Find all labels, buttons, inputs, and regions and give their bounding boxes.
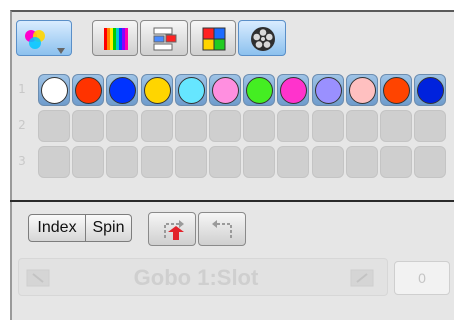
rotate-left-icon [159, 218, 187, 246]
spin-button[interactable]: Spin [86, 214, 132, 242]
palette-cell[interactable] [174, 74, 207, 106]
palette-cell[interactable] [106, 110, 139, 142]
palette-cell[interactable] [72, 74, 105, 106]
color-swatch [41, 77, 68, 104]
row-label-3: 3 [18, 154, 26, 168]
palette-cell[interactable] [38, 110, 70, 142]
palette-cell[interactable] [311, 74, 344, 106]
color-swatch [246, 77, 274, 104]
row-label-1: 1 [18, 82, 26, 96]
palette-cell[interactable] [106, 146, 139, 178]
color-layout-icon [152, 26, 178, 52]
palette-cell[interactable] [345, 74, 378, 106]
color-swatch [348, 77, 376, 104]
gobo-prev-icon[interactable] [25, 268, 51, 292]
tab-gradient[interactable] [92, 20, 138, 56]
color-swatch [75, 77, 103, 104]
gobo-value-field[interactable]: 0 [394, 261, 450, 295]
tab-layout[interactable] [140, 20, 188, 56]
color-wheel-icon [249, 25, 277, 53]
palette-cell[interactable] [311, 146, 344, 178]
color-mixing-dropdown[interactable] [16, 20, 72, 56]
palette-cell[interactable] [72, 146, 105, 178]
gobo-slot-control[interactable]: Gobo 1:Slot [18, 258, 388, 296]
color-swatch [314, 77, 342, 104]
color-mixing-icon [23, 27, 47, 51]
palette-cell[interactable] [345, 146, 378, 178]
palette-cell[interactable] [380, 110, 412, 142]
palette-cell[interactable] [414, 146, 447, 178]
palette-cell[interactable] [72, 110, 105, 142]
divider [10, 200, 454, 202]
palette-cell[interactable] [38, 146, 70, 178]
palette-cell[interactable] [345, 110, 378, 142]
color-swatch [280, 77, 308, 104]
color-quad-icon [201, 26, 227, 52]
row-label-2: 2 [18, 118, 26, 132]
palette-cell[interactable] [414, 110, 447, 142]
palette-cell[interactable] [106, 74, 139, 106]
palette-cell[interactable] [243, 146, 276, 178]
palette-cell[interactable] [380, 146, 412, 178]
color-swatch [383, 77, 410, 104]
color-swatch [417, 77, 445, 104]
color-swatch [177, 77, 205, 104]
chevron-down-icon [57, 39, 65, 58]
palette-cell[interactable] [140, 146, 173, 178]
tab-quad[interactable] [190, 20, 236, 56]
palette-cell[interactable] [209, 74, 241, 106]
gobo-slot-label: Gobo 1:Slot [133, 265, 259, 290]
palette-cell[interactable] [311, 110, 344, 142]
palette-cell[interactable] [38, 74, 70, 106]
index-button[interactable]: Index [28, 214, 86, 242]
palette-cell[interactable] [209, 146, 241, 178]
palette-cell[interactable] [209, 110, 241, 142]
tab-color-wheel[interactable] [238, 20, 286, 56]
color-swatch [109, 77, 137, 104]
palette-cell[interactable] [380, 74, 412, 106]
palette-cell[interactable] [140, 110, 173, 142]
palette-cell[interactable] [277, 74, 310, 106]
palette-cell[interactable] [174, 110, 207, 142]
palette-cell[interactable] [277, 110, 310, 142]
color-swatch [212, 77, 239, 104]
palette-cell[interactable] [140, 74, 173, 106]
palette-cell[interactable] [277, 146, 310, 178]
rotate-right-icon [209, 218, 237, 246]
palette-cell[interactable] [414, 74, 447, 106]
gobo-next-icon[interactable] [349, 268, 375, 292]
color-gradient-icon [103, 26, 129, 52]
rotate-left-button[interactable] [148, 212, 196, 246]
palette-cell[interactable] [243, 74, 276, 106]
rotate-right-button[interactable] [198, 212, 246, 246]
palette-cell[interactable] [174, 146, 207, 178]
color-swatch [143, 77, 171, 104]
palette-cell[interactable] [243, 110, 276, 142]
